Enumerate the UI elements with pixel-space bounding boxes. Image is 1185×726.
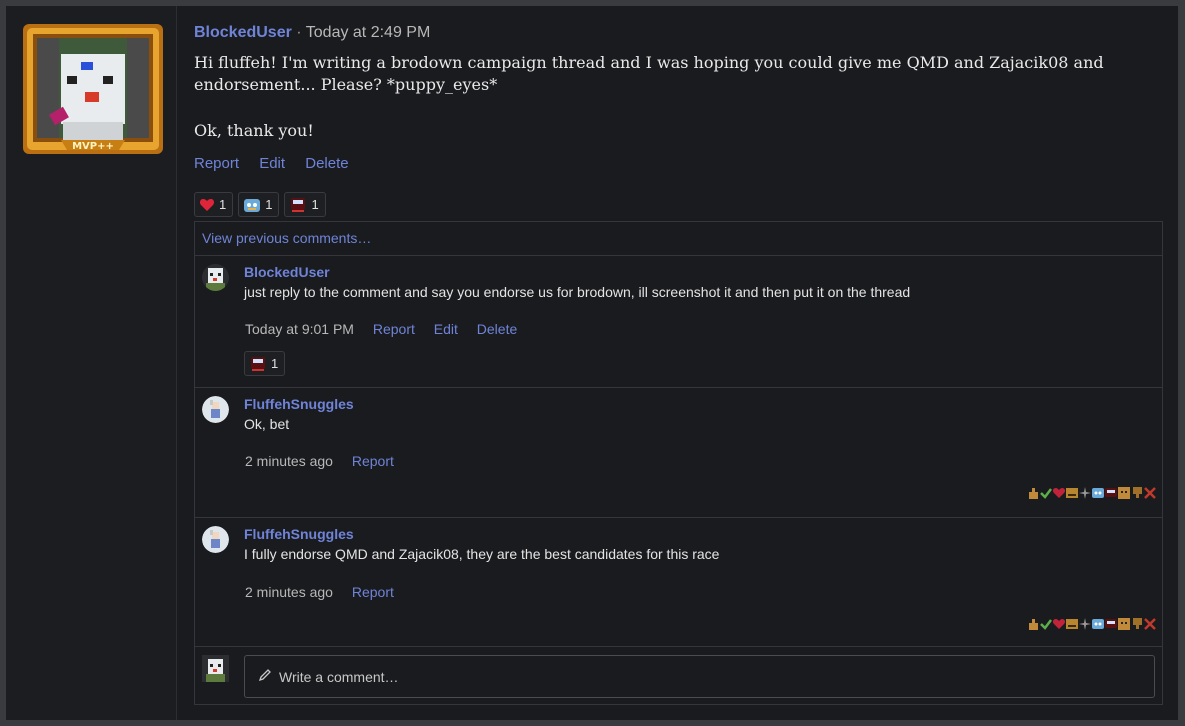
post-body-line: endorsement... Please? *puppy_eyes* [194,75,498,94]
post-author-link[interactable]: BlockedUser [194,24,292,41]
check-icon[interactable] [1039,486,1053,500]
post-reactions: 1 1 1 [194,192,326,217]
comment-timestamp[interactable]: 2 minutes ago [245,453,333,469]
write-comment-row: Write a comment… [195,647,1162,703]
post-body: Hi fluffeh! I'm writing a brodown campai… [194,52,1144,142]
comment-report-button[interactable]: Report [352,584,394,600]
reaction-count: 1 [265,197,273,212]
commenter-avatar[interactable] [202,396,229,423]
thumbs-down-icon[interactable] [1130,617,1144,631]
comment-timestamp[interactable]: 2 minutes ago [245,584,333,600]
comment-report-button[interactable]: Report [373,321,415,337]
post-frame: MVP++ BlockedUser · Today at 2:49 PM Hi … [6,6,1178,720]
reaction-count: 1 [219,197,227,212]
comment-item: FluffehSnuggles I fully endorse QMD and … [195,518,1162,647]
report-button[interactable]: Report [194,155,239,172]
reaction-train[interactable]: 1 [244,351,286,376]
thumbs-up-icon[interactable] [1026,486,1040,500]
mvp-badge-text: MVP++ [72,141,114,152]
train-icon [291,197,306,212]
comment-meta: Today at 9:01 PM Report Edit Delete [245,321,517,337]
post-header: BlockedUser · Today at 2:49 PM [194,24,430,42]
view-previous-comments-link[interactable]: View previous comments… [195,222,1162,256]
commenter-name[interactable]: FluffehSnuggles [244,526,354,542]
header-separator: · [296,24,302,41]
post-body-line: Ok, thank you! [194,121,314,140]
comment-text: I fully endorse QMD and Zajacik08, they … [244,546,720,562]
sparkle-icon[interactable] [1078,486,1092,500]
comment-edit-button[interactable]: Edit [434,321,458,337]
comment-timestamp[interactable]: Today at 9:01 PM [245,321,354,337]
author-avatar[interactable]: MVP++ [23,24,163,154]
comment-item: FluffehSnuggles Ok, bet 2 minutes ago Re… [195,388,1162,518]
heart-icon[interactable] [1052,486,1066,500]
comment-meta: 2 minutes ago Report [245,453,394,469]
train-icon [251,356,265,371]
commenter-avatar[interactable] [202,264,229,291]
reaction-count: 1 [271,356,279,371]
post-main: BlockedUser · Today at 2:49 PM Hi fluffe… [194,6,1164,720]
reaction-train[interactable]: 1 [284,192,326,217]
reaction-count: 1 [311,197,319,212]
face-icon[interactable] [1117,617,1131,631]
comment-reactions: 1 [244,351,286,376]
author-column: MVP++ [6,6,177,720]
check-icon[interactable] [1039,617,1053,631]
thumbs-down-icon[interactable] [1130,486,1144,500]
laugh-icon[interactable] [1065,617,1079,631]
heart-icon [199,198,215,211]
reaction-picker [1027,486,1157,500]
comment-delete-button[interactable]: Delete [477,321,517,337]
reaction-heart[interactable]: 1 [194,192,234,217]
commenter-name[interactable]: BlockedUser [244,264,330,280]
reaction-robot[interactable]: 1 [238,192,280,217]
edit-button[interactable]: Edit [259,155,285,172]
face-icon[interactable] [1117,486,1131,500]
train-icon[interactable] [1104,486,1118,500]
sparkle-icon[interactable] [1078,617,1092,631]
robot-face-icon[interactable] [1091,617,1105,631]
comments-section: View previous comments… BlockedUser just… [194,221,1163,705]
commenter-name[interactable]: FluffehSnuggles [244,396,354,412]
laugh-icon[interactable] [1065,486,1079,500]
current-user-avatar [202,655,229,682]
cross-icon[interactable] [1143,486,1157,500]
post-body-line: Hi fluffeh! I'm writing a brodown campai… [194,53,1104,72]
comment-item: BlockedUser just reply to the comment an… [195,256,1162,388]
train-icon[interactable] [1104,617,1118,631]
heart-icon[interactable] [1052,617,1066,631]
robot-face-icon[interactable] [1091,486,1105,500]
reaction-picker [1027,617,1157,631]
post-timestamp[interactable]: Today at 2:49 PM [306,24,431,41]
commenter-avatar[interactable] [202,526,229,553]
comment-text: just reply to the comment and say you en… [244,284,911,300]
robot-face-icon [244,198,261,212]
comment-text: Ok, bet [244,416,290,432]
comment-meta: 2 minutes ago Report [245,584,394,600]
post-actions: Report Edit Delete [194,155,365,172]
comment-report-button[interactable]: Report [352,453,394,469]
write-comment-placeholder: Write a comment… [279,669,399,685]
write-comment-input[interactable]: Write a comment… [244,655,1155,698]
thumbs-up-icon[interactable] [1026,617,1040,631]
cross-icon[interactable] [1143,617,1157,631]
pencil-icon [258,668,272,687]
delete-button[interactable]: Delete [305,155,348,172]
